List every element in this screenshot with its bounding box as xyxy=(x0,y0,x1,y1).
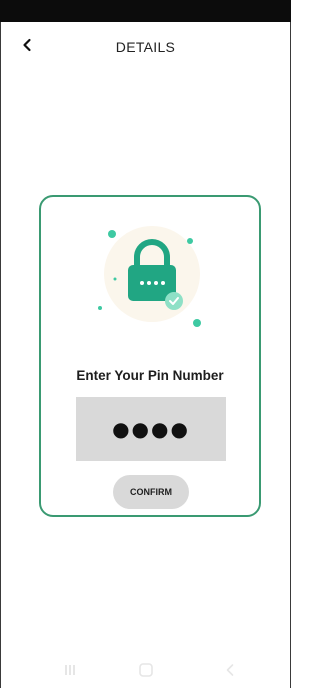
recent-apps-icon xyxy=(65,665,75,675)
pin-card: Enter Your Pin Number ●●●● CONFIRM xyxy=(39,195,261,517)
pin-masked-value: ●●●● xyxy=(112,417,190,441)
home-icon xyxy=(139,663,153,677)
status-bar xyxy=(0,0,291,22)
home-button[interactable] xyxy=(136,660,156,680)
frame-border-left xyxy=(0,22,1,688)
frame-border-right xyxy=(290,22,291,688)
pin-input[interactable]: ●●●● xyxy=(76,397,226,461)
back-icon xyxy=(226,664,234,676)
app-header: DETAILS xyxy=(0,22,291,70)
confirm-button[interactable]: CONFIRM xyxy=(113,475,189,509)
pin-heading: Enter Your Pin Number xyxy=(76,368,224,383)
page-title: DETAILS xyxy=(115,39,176,55)
recent-apps-button[interactable] xyxy=(60,660,80,680)
padlock-check-icon xyxy=(98,226,201,327)
nav-back-button[interactable] xyxy=(220,660,240,680)
system-nav-bar xyxy=(0,652,291,688)
